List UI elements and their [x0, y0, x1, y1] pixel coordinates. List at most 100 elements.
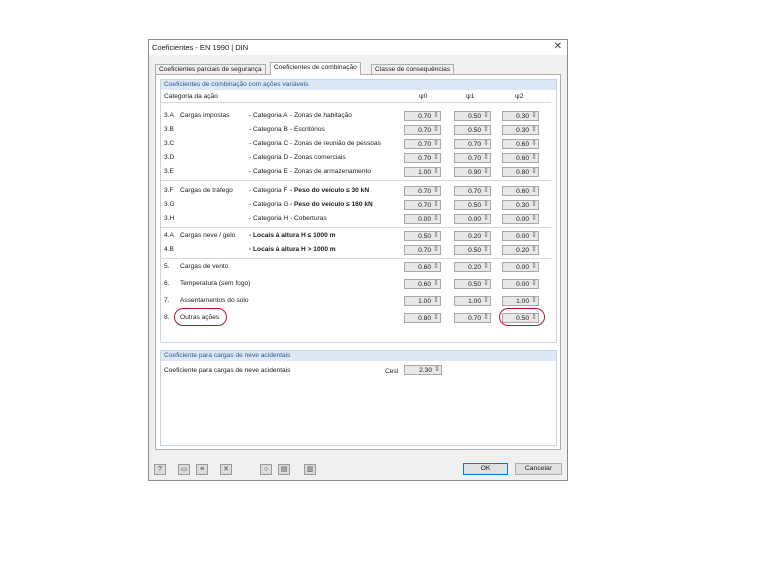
psi2-value[interactable]: 0.80	[516, 169, 529, 176]
psi1-spinner[interactable]: 0.70 ⇕	[454, 153, 491, 163]
psi1-value[interactable]: 1.00	[468, 298, 481, 305]
psi1-spinner[interactable]: 0.90 ⇕	[454, 167, 491, 177]
psi1-spinner[interactable]: 0.50 ⇕	[454, 125, 491, 135]
spin-arrows-icon[interactable]: ⇕	[483, 231, 489, 241]
psi0-spinner[interactable]: 0.60 ⇕	[404, 279, 441, 289]
psi2-value[interactable]: 0.30	[516, 202, 529, 209]
spin-arrows-icon[interactable]: ⇕	[531, 186, 537, 196]
spin-arrows-icon[interactable]: ⇕	[483, 296, 489, 306]
spin-arrows-icon[interactable]: ⇕	[433, 214, 439, 224]
spin-arrows-icon[interactable]: ⇕	[433, 296, 439, 306]
psi1-spinner[interactable]: 0.70 ⇕	[454, 186, 491, 196]
psi2-spinner[interactable]: 0.00 ⇕	[502, 279, 539, 289]
spin-arrows-icon[interactable]: ⇕	[433, 153, 439, 163]
psi0-spinner[interactable]: 0.00 ⇕	[404, 214, 441, 224]
spin-arrows-icon[interactable]: ⇕	[433, 262, 439, 272]
psi1-spinner[interactable]: 0.20 ⇕	[454, 262, 491, 272]
psi0-value[interactable]: 0.70	[418, 113, 431, 120]
psi2-value[interactable]: 0.60	[516, 141, 529, 148]
psi1-spinner[interactable]: 0.70 ⇕	[454, 139, 491, 149]
psi1-value[interactable]: 0.20	[468, 233, 481, 240]
psi0-spinner[interactable]: 0.50 ⇕	[404, 231, 441, 241]
spin-arrows-icon[interactable]: ⇕	[433, 139, 439, 149]
psi1-value[interactable]: 0.50	[468, 127, 481, 134]
psi2-spinner[interactable]: 0.60 ⇕	[502, 153, 539, 163]
psi0-value[interactable]: 0.80	[418, 315, 431, 322]
psi1-value[interactable]: 0.50	[468, 113, 481, 120]
psi1-value[interactable]: 0.70	[468, 155, 481, 162]
psi2-spinner[interactable]: 0.60 ⇕	[502, 186, 539, 196]
spin-arrows-icon[interactable]: ⇕	[433, 200, 439, 210]
psi2-spinner[interactable]: 0.30 ⇕	[502, 125, 539, 135]
psi2-value[interactable]: 0.20	[516, 247, 529, 254]
spin-arrows-icon[interactable]: ⇕	[531, 296, 537, 306]
spin-arrows-icon[interactable]: ⇕	[483, 313, 489, 323]
ok-button[interactable]: OK	[463, 463, 508, 475]
spin-arrows-icon[interactable]: ⇕	[483, 125, 489, 135]
psi0-value[interactable]: 0.70	[418, 202, 431, 209]
psi1-spinner[interactable]: 0.50 ⇕	[454, 279, 491, 289]
spin-arrows-icon[interactable]: ⇕	[531, 125, 537, 135]
psi1-spinner[interactable]: 0.50 ⇕	[454, 200, 491, 210]
psi2-spinner[interactable]: 0.80 ⇕	[502, 167, 539, 177]
psi1-spinner[interactable]: 1.00 ⇕	[454, 296, 491, 306]
spin-arrows-icon[interactable]: ⇕	[483, 262, 489, 272]
spin-arrows-icon[interactable]: ⇕	[531, 167, 537, 177]
psi0-value[interactable]: 0.50	[418, 233, 431, 240]
psi0-value[interactable]: 1.00	[418, 298, 431, 305]
psi1-value[interactable]: 0.70	[468, 188, 481, 195]
psi0-value[interactable]: 0.00	[418, 216, 431, 223]
psi1-value[interactable]: 0.50	[468, 202, 481, 209]
psi1-value[interactable]: 0.50	[468, 281, 481, 288]
spin-arrows-icon[interactable]: ⇕	[433, 231, 439, 241]
save-icon[interactable]: ≡	[196, 464, 208, 475]
spin-arrows-icon[interactable]: ⇕	[433, 245, 439, 255]
spin-arrows-icon[interactable]: ⇕	[433, 313, 439, 323]
psi1-value[interactable]: 0.50	[468, 247, 481, 254]
psi0-value[interactable]: 1.00	[418, 169, 431, 176]
psi2-value[interactable]: 0.60	[516, 155, 529, 162]
psi2-value[interactable]: 0.30	[516, 127, 529, 134]
delete-icon[interactable]: ✕	[220, 464, 232, 475]
spin-arrows-icon[interactable]: ⇕	[483, 167, 489, 177]
psi2-spinner[interactable]: 0.00 ⇕	[502, 231, 539, 241]
psi1-spinner[interactable]: 0.50 ⇕	[454, 111, 491, 121]
close-icon[interactable]: ✕	[554, 41, 562, 52]
spin-arrows-icon[interactable]: ⇕	[531, 214, 537, 224]
spin-arrows-icon[interactable]: ⇕	[483, 200, 489, 210]
psi1-value[interactable]: 0.20	[468, 264, 481, 271]
psi1-value[interactable]: 0.70	[468, 315, 481, 322]
psi1-spinner[interactable]: 0.20 ⇕	[454, 231, 491, 241]
psi0-value[interactable]: 0.70	[418, 155, 431, 162]
spin-arrows-icon[interactable]: ⇕	[531, 231, 537, 241]
snow-coefficient-spinner[interactable]: 2.30 ⇕	[404, 365, 442, 375]
spin-arrows-icon[interactable]: ⇕	[433, 279, 439, 289]
psi2-value[interactable]: 0.30	[516, 113, 529, 120]
reset-icon[interactable]: ○	[260, 464, 272, 475]
psi2-spinner[interactable]: 0.30 ⇕	[502, 111, 539, 121]
spin-arrows-icon[interactable]: ⇕	[531, 139, 537, 149]
psi2-spinner[interactable]: 0.30 ⇕	[502, 200, 539, 210]
psi1-spinner[interactable]: 0.50 ⇕	[454, 245, 491, 255]
psi0-spinner[interactable]: 0.70 ⇕	[404, 153, 441, 163]
tab-combination-coefficients[interactable]: Coeficientes de combinação	[270, 62, 361, 75]
spin-arrows-icon[interactable]: ⇕	[483, 214, 489, 224]
psi2-value[interactable]: 1.00	[516, 298, 529, 305]
psi0-spinner[interactable]: 0.70 ⇕	[404, 245, 441, 255]
spin-arrows-icon[interactable]: ⇕	[531, 200, 537, 210]
spin-arrows-icon[interactable]: ⇕	[433, 186, 439, 196]
psi0-value[interactable]: 0.70	[418, 141, 431, 148]
psi2-spinner[interactable]: 0.00 ⇕	[502, 262, 539, 272]
psi2-value[interactable]: 0.60	[516, 188, 529, 195]
snow-coefficient-value[interactable]: 2.30	[419, 367, 432, 374]
import-icon[interactable]: ▤	[278, 464, 290, 475]
psi0-spinner[interactable]: 0.70 ⇕	[404, 200, 441, 210]
psi0-value[interactable]: 0.70	[418, 188, 431, 195]
psi2-value[interactable]: 0.00	[516, 264, 529, 271]
psi0-spinner[interactable]: 0.80 ⇕	[404, 313, 441, 323]
spin-arrows-icon[interactable]: ⇕	[433, 111, 439, 121]
spin-arrows-icon[interactable]: ⇕	[531, 245, 537, 255]
psi0-value[interactable]: 0.70	[418, 127, 431, 134]
psi0-value[interactable]: 0.60	[418, 264, 431, 271]
psi2-value[interactable]: 0.00	[516, 233, 529, 240]
